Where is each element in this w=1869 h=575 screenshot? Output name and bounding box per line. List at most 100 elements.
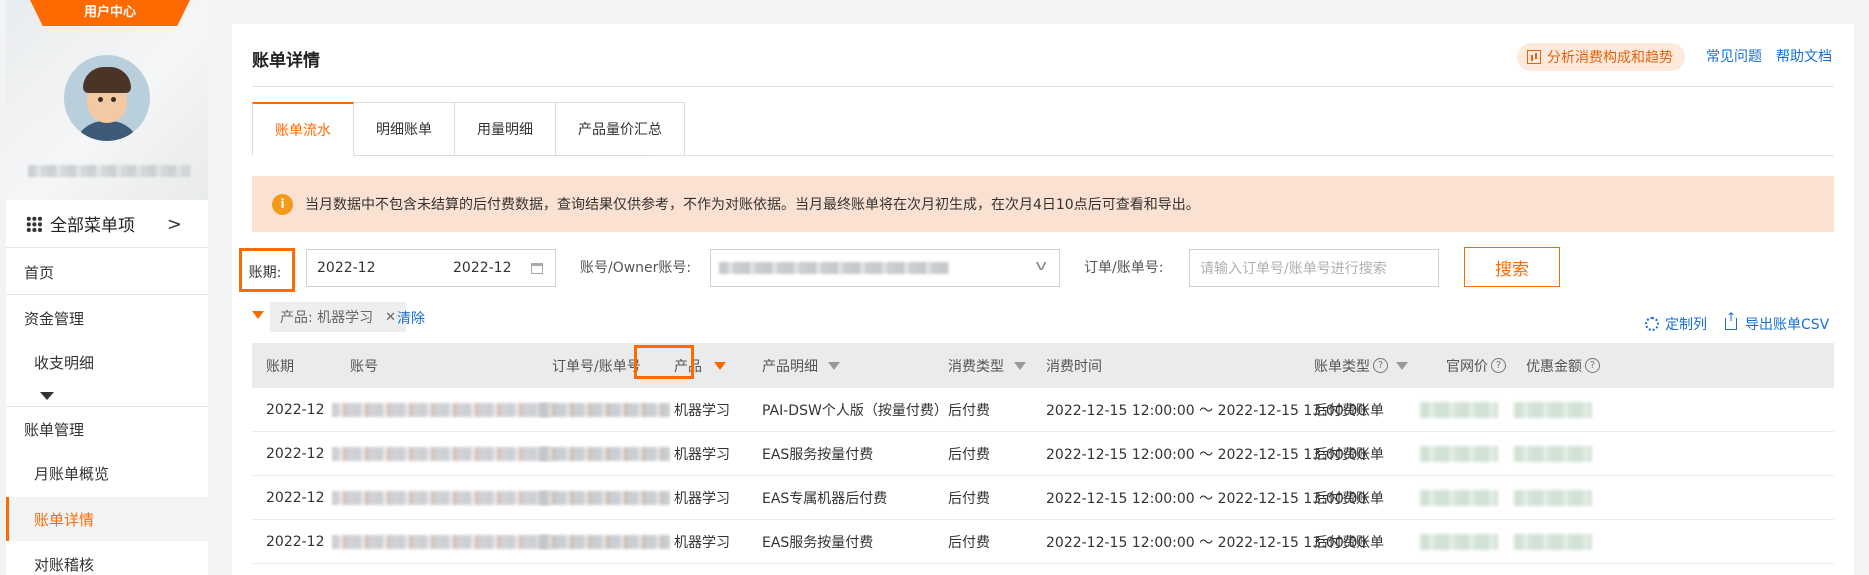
tab-product-summary[interactable]: 产品量价汇总 [555,102,685,156]
help-docs-link[interactable]: 帮助文档 [1776,46,1832,66]
customize-columns-button[interactable]: 定制列 [1645,314,1707,334]
blurred-username [28,165,190,177]
date-from: 2022-12 [317,260,376,276]
all-menu-label: 全部菜单项 [50,216,135,236]
period-label: 账期: [248,265,282,281]
blurred-account [332,447,552,461]
all-menu-button[interactable]: 全部菜单项 > [6,200,208,248]
table-header: 账期 账号 订单号/账单号 产品 产品明细 消费类型 消费时间 账单类型 ? 官… [252,343,1834,388]
cell-product: 机器学习 [674,403,730,419]
blurred-discount [1514,534,1592,550]
grid-icon [26,215,42,232]
tab-bar: 账单流水 明细账单 用量明细 产品量价汇总 [252,102,685,156]
cell-consume-type: 后付费 [948,447,990,463]
col-product-detail[interactable]: 产品明细 [762,343,840,388]
cell-product: 机器学习 [674,447,730,463]
table-row[interactable]: 2022-12 机器学习 PAI-DSW个人版（按量付费） 后付费 2022-1… [252,388,1834,432]
sidebar-item-label: 对账稽核 [34,555,95,574]
col-list-price-label: 官网价 [1446,358,1488,375]
faq-link[interactable]: 常见问题 [1706,46,1762,66]
tab-usage-detail[interactable]: 用量明细 [454,102,556,156]
help-icon[interactable]: ? [1491,358,1506,373]
cell-product-detail: EAS专属机器后付费 [762,491,888,507]
filter-icon[interactable] [828,361,840,370]
analysis-button[interactable]: 分析消费构成和趋势 [1517,43,1685,71]
blurred-list-price [1420,490,1498,506]
page-title: 账单详情 [252,51,320,71]
filter-icon[interactable] [714,361,726,370]
col-account: 账号 [350,358,378,375]
cell-product-detail: PAI-DSW个人版（按量付费） [762,403,948,419]
sidebar-item-billing[interactable]: 账单管理 [6,407,208,451]
order-search-input[interactable]: 请输入订单号/账单号进行搜索 [1189,249,1439,287]
sidebar-item-label: 月账单概览 [34,464,110,483]
col-discount-label: 优惠金额 [1526,358,1582,375]
blurred-list-price [1420,446,1498,462]
chevron-right-icon: > [166,214,182,235]
sidebar-item-transactions[interactable]: 收支明细 [6,340,208,384]
blurred-order [538,491,670,505]
sidebar-item-home[interactable]: 首页 [6,250,208,294]
table-row[interactable]: 2022-12 机器学习 EAS服务按量付费 后付费 2022-12-15 12… [252,432,1834,476]
blurred-order [538,535,670,549]
export-csv-button[interactable]: 导出账单CSV [1725,310,1829,334]
blurred-list-price [1420,534,1498,550]
help-icon[interactable]: ? [1585,358,1600,373]
tab-bill-flow[interactable]: 账单流水 [252,102,354,156]
filter-icon[interactable] [1014,361,1026,370]
cell-bill-type: 后付费账单 [1314,447,1384,463]
col-product-detail-label: 产品明细 [762,358,818,375]
col-consume-type-label: 消费类型 [948,358,1004,375]
avatar-eye [111,97,116,102]
blurred-order [538,447,670,461]
sidebar-item-monthly-overview[interactable]: 月账单概览 [6,451,208,495]
cell-bill-type: 后付费账单 [1314,491,1384,507]
sidebar-item-label: 账单详情 [34,510,95,529]
avatar[interactable] [64,55,150,141]
sidebar-item-reconciliation[interactable]: 对账稽核 [6,542,208,575]
analysis-button-label: 分析消费构成和趋势 [1547,50,1673,66]
col-period: 账期 [266,358,294,375]
search-button[interactable]: 搜索 [1464,247,1560,287]
col-discount: 优惠金额 ? [1526,343,1600,388]
filter-chip[interactable]: 产品: 机器学习 ✕ [270,302,407,332]
cell-period: 2022-12 [266,402,325,418]
cell-product-detail: EAS服务按量付费 [762,447,874,463]
col-list-price: 官网价 ? [1446,343,1506,388]
tab-detail-bill[interactable]: 明细账单 [353,102,455,156]
table-row[interactable]: 2022-12 机器学习 EAS专属机器后付费 后付费 2022-12-15 1… [252,476,1834,520]
divider [252,86,1834,87]
account-select[interactable]: v [710,249,1060,287]
cell-consume-type: 后付费 [948,535,990,551]
cell-consume-type: 后付费 [948,491,990,507]
col-bill-type[interactable]: 账单类型 ? [1314,343,1408,388]
cell-period: 2022-12 [266,534,325,550]
divider [652,155,1834,156]
table-row[interactable]: 2022-12 机器学习 EAS服务按量付费 后付费 2022-12-15 12… [252,520,1834,564]
close-icon[interactable]: ✕ [385,310,396,325]
info-icon: i [272,193,293,215]
cell-bill-type: 后付费账单 [1314,403,1384,419]
sidebar-item-funds[interactable]: 资金管理 [6,296,208,340]
sidebar-item-label: 资金管理 [24,309,85,328]
filter-icon[interactable] [1396,361,1408,370]
calendar-icon [531,263,543,274]
date-to: 2022-12 [453,260,512,276]
clear-filters-link[interactable]: 清除 [397,308,425,328]
cell-product-detail: EAS服务按量付费 [762,535,874,551]
sidebar: 用户中心 全部菜单项 > 首页 资金管理 收支明细 账单管理 月账单概览 账单详… [6,0,208,575]
filter-icon [252,311,264,319]
cell-period: 2022-12 [266,490,325,506]
help-icon[interactable]: ? [1373,358,1388,373]
sidebar-item-bill-details[interactable]: 账单详情 [6,497,208,541]
user-center-ribbon: 用户中心 [30,0,190,26]
date-range-picker[interactable]: 2022-12 2022-12 [306,249,556,287]
blurred-discount [1514,490,1592,506]
cell-product: 机器学习 [674,491,730,507]
col-consume-type[interactable]: 消费类型 [948,343,1026,388]
cell-consume-type: 后付费 [948,403,990,419]
caret-down-icon[interactable] [40,392,54,400]
blurred-discount [1514,446,1592,462]
customize-label: 定制列 [1665,317,1707,333]
col-consume-time: 消费时间 [1046,358,1102,375]
